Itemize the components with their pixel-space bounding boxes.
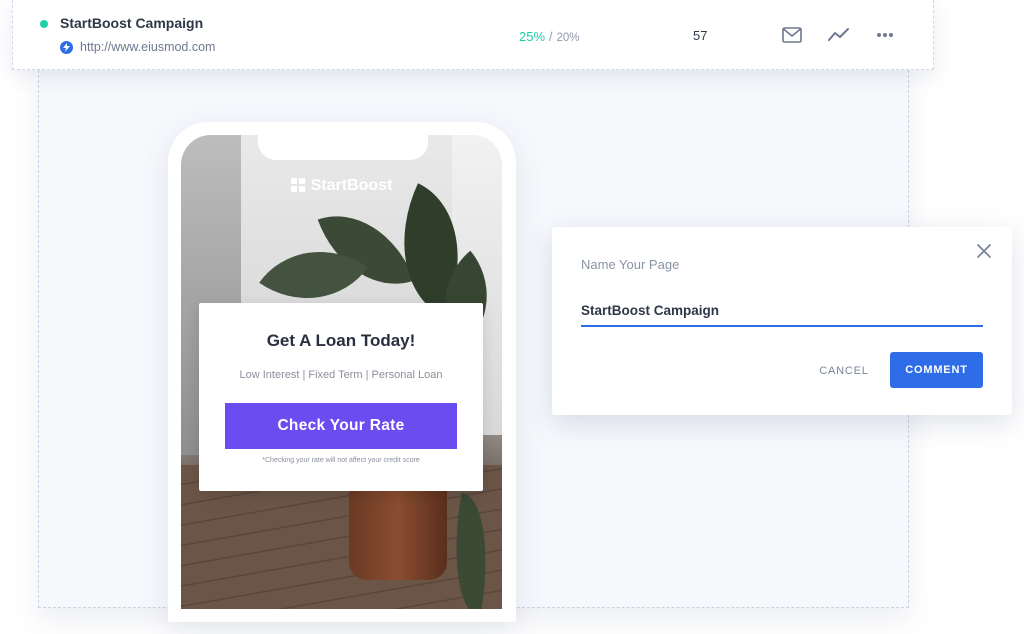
comment-button[interactable]: COMMENT bbox=[890, 352, 983, 388]
loan-subtitle: Low Interest | Fixed Term | Personal Loa… bbox=[239, 369, 443, 381]
trend-icon[interactable] bbox=[828, 27, 850, 48]
page-name-input[interactable] bbox=[581, 295, 983, 327]
cancel-button[interactable]: CANCEL bbox=[804, 357, 884, 385]
metric-secondary: 20% bbox=[556, 32, 580, 44]
loan-disclaimer: *Checking your rate will not affect your… bbox=[262, 457, 420, 464]
page-name-label: Name Your Page bbox=[581, 257, 680, 272]
grid-logo-icon bbox=[290, 178, 305, 197]
name-page-dialog: Name Your Page CANCEL COMMENT bbox=[552, 227, 1012, 415]
more-icon[interactable] bbox=[876, 27, 894, 48]
conversion-metric: 25%/20% bbox=[519, 29, 580, 44]
close-icon[interactable] bbox=[977, 244, 991, 263]
brand-name: StartBoost bbox=[310, 177, 393, 194]
visit-count: 57 bbox=[693, 28, 708, 43]
check-rate-button[interactable]: Check Your Rate bbox=[225, 403, 457, 449]
phone-screen: StartBoost Get A Loan Today! Low Interes… bbox=[181, 135, 502, 609]
campaign-row[interactable]: StartBoost Campaign http://www.eiusmod.c… bbox=[12, 0, 934, 70]
metric-separator: / bbox=[549, 30, 553, 44]
phone-notch bbox=[258, 135, 428, 160]
phone-preview: StartBoost Get A Loan Today! Low Interes… bbox=[168, 122, 516, 622]
campaign-url[interactable]: http://www.eiusmod.com bbox=[80, 40, 215, 54]
campaign-title[interactable]: StartBoost Campaign bbox=[60, 15, 203, 31]
loan-title: Get A Loan Today! bbox=[266, 331, 416, 350]
plant-pot bbox=[349, 485, 447, 580]
mail-icon[interactable] bbox=[782, 27, 802, 48]
metric-primary: 25% bbox=[519, 29, 546, 44]
bolt-icon bbox=[60, 41, 73, 54]
loan-card: Get A Loan Today! Low Interest | Fixed T… bbox=[199, 303, 483, 491]
status-dot-icon bbox=[40, 20, 48, 28]
brand-logo: StartBoost bbox=[181, 177, 502, 197]
